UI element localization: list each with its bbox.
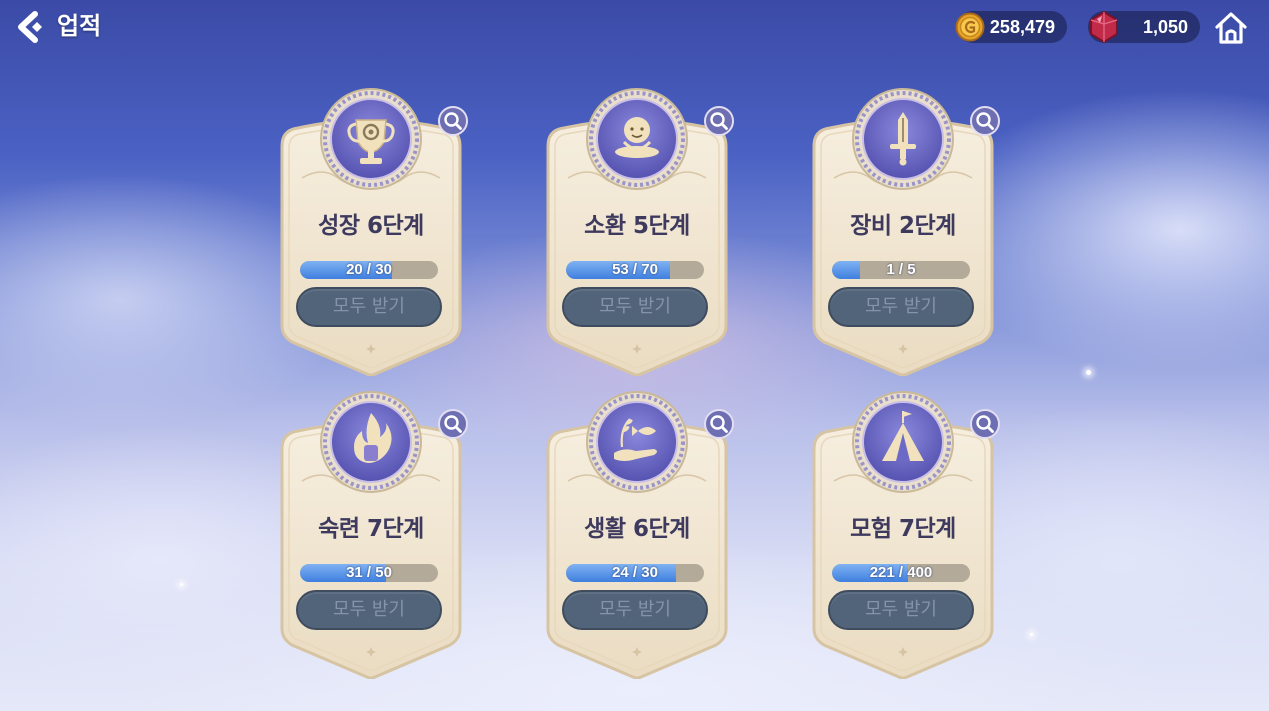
sword-icon — [852, 88, 954, 190]
achievement-card[interactable]: 숙련 7단계 31 / 50 모두 받기 — [278, 389, 468, 679]
summon-spirit-icon — [586, 88, 688, 190]
progress-text: 221 / 400 — [869, 564, 933, 581]
achievement-card[interactable]: 생활 6단계 24 / 30 모두 받기 — [544, 389, 734, 679]
progress-bar: 53 / 70 — [566, 261, 704, 279]
diamond-ornament-icon — [366, 647, 376, 657]
home-button[interactable] — [1212, 9, 1250, 47]
achievement-card[interactable]: 모험 7단계 221 / 400 모두 받기 — [810, 389, 1000, 679]
claim-all-button[interactable]: 모두 받기 — [828, 590, 974, 630]
gem-amount: 1,050 — [1142, 17, 1188, 37]
achievement-title: 모험 7단계 — [850, 516, 956, 542]
progress-bar: 20 / 30 — [300, 261, 438, 279]
progress-bar: 24 / 30 — [566, 564, 704, 582]
magnifier-icon[interactable] — [704, 409, 734, 439]
progress-text: 20 / 30 — [346, 261, 392, 278]
diamond-ornament-icon — [898, 344, 908, 354]
diamond-ornament-icon — [366, 344, 376, 354]
back-button[interactable] — [14, 10, 48, 44]
diamond-ornament-icon — [632, 344, 642, 354]
diamond-ornament-icon — [632, 647, 642, 657]
magnifier-icon[interactable] — [438, 106, 468, 136]
sparkle — [180, 583, 183, 586]
sparkle — [1030, 633, 1033, 636]
achievement-title: 장비 2단계 — [850, 213, 956, 239]
fist-flame-icon — [320, 391, 422, 493]
claim-all-button[interactable]: 모두 받기 — [296, 590, 442, 630]
chevron-left-icon — [18, 11, 42, 43]
progress-text: 24 / 30 — [612, 564, 658, 581]
red-gem-icon — [1090, 10, 1118, 44]
gold-coin-icon — [955, 12, 985, 42]
hand-fish-icon — [586, 391, 688, 493]
claim-all-button[interactable]: 모두 받기 — [828, 287, 974, 327]
magnifier-icon[interactable] — [970, 409, 1000, 439]
progress-bar: 1 / 5 — [832, 261, 970, 279]
gem-currency: 1,050 — [1088, 10, 1200, 44]
achievement-title: 성장 6단계 — [318, 213, 424, 239]
progress-text: 1 / 5 — [886, 261, 916, 278]
progress-text: 31 / 50 — [346, 564, 392, 581]
claim-all-button[interactable]: 모두 받기 — [562, 590, 708, 630]
page-title: 업적 — [57, 12, 102, 40]
gold-amount: 258,479 — [989, 17, 1055, 37]
progress-text: 53 / 70 — [612, 261, 658, 278]
achievement-card[interactable]: 성장 6단계 20 / 30 모두 받기 — [278, 86, 468, 376]
magnifier-icon[interactable] — [970, 106, 1000, 136]
sparkle — [1086, 370, 1091, 375]
achievement-card[interactable]: 소환 5단계 53 / 70 모두 받기 — [544, 86, 734, 376]
gold-currency: 258,479 — [955, 11, 1067, 43]
magnifier-icon[interactable] — [704, 106, 734, 136]
home-icon — [1215, 12, 1247, 44]
achievement-card[interactable]: 장비 2단계 1 / 5 모두 받기 — [810, 86, 1000, 376]
achievement-title: 생활 6단계 — [584, 516, 690, 542]
diamond-ornament-icon — [898, 647, 908, 657]
progress-bar: 31 / 50 — [300, 564, 438, 582]
tent-icon — [852, 391, 954, 493]
progress-bar: 221 / 400 — [832, 564, 970, 582]
achievement-title: 숙련 7단계 — [318, 516, 424, 542]
claim-all-button[interactable]: 모두 받기 — [296, 287, 442, 327]
trophy-icon — [320, 88, 422, 190]
claim-all-button[interactable]: 모두 받기 — [562, 287, 708, 327]
magnifier-icon[interactable] — [438, 409, 468, 439]
achievement-title: 소환 5단계 — [584, 213, 690, 239]
